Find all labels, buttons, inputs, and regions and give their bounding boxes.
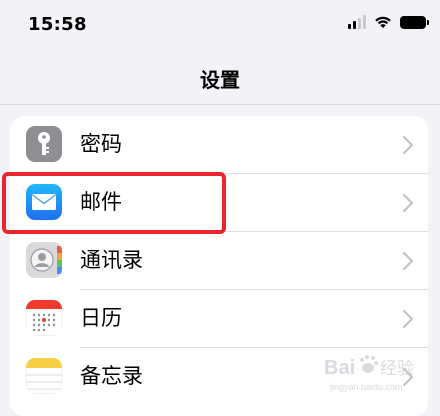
page-title: 设置 bbox=[200, 68, 240, 92]
status-bar: 15:58 bbox=[0, 0, 440, 52]
settings-row-contacts[interactable]: 通讯录 bbox=[10, 232, 428, 290]
key-icon bbox=[26, 126, 62, 162]
settings-row-label: 备忘录 bbox=[80, 364, 143, 388]
svg-text:jingyan.baidu.com: jingyan.baidu.com bbox=[329, 382, 403, 392]
settings-row-label: 密码 bbox=[80, 132, 122, 156]
status-time: 15:58 bbox=[28, 14, 87, 35]
status-icons bbox=[348, 15, 429, 29]
battery-icon bbox=[400, 15, 429, 29]
settings-row-label: 通讯录 bbox=[80, 248, 143, 272]
baidu-jingyan-watermark: Bai 经验 jingyan.baidu.com bbox=[324, 355, 414, 392]
chevron-right-icon bbox=[402, 309, 414, 329]
chevron-right-icon bbox=[402, 251, 414, 271]
notes-icon bbox=[26, 358, 62, 394]
highlight-box bbox=[2, 172, 226, 234]
chevron-right-icon bbox=[402, 193, 414, 213]
chevron-right-icon bbox=[402, 135, 414, 155]
svg-text:Bai: Bai bbox=[324, 357, 355, 379]
contacts-icon bbox=[26, 242, 62, 278]
settings-row-calendar[interactable]: 日历 bbox=[10, 290, 428, 348]
settings-row-passwords[interactable]: 密码 bbox=[10, 116, 428, 174]
wifi-icon bbox=[375, 16, 391, 28]
nav-divider bbox=[0, 104, 440, 105]
cellular-signal-icon bbox=[348, 15, 366, 29]
svg-text:经验: 经验 bbox=[380, 359, 414, 379]
settings-row-label: 日历 bbox=[80, 306, 122, 330]
calendar-icon bbox=[26, 300, 62, 336]
